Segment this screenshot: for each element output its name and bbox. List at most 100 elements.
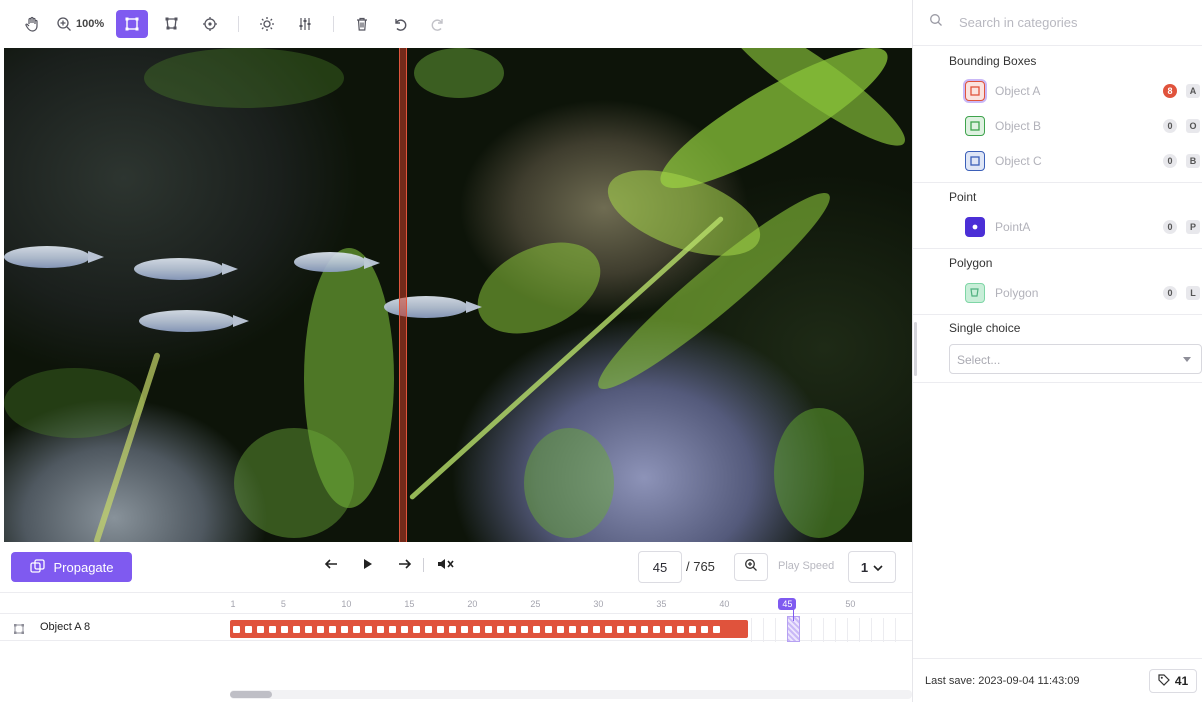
frame-cell[interactable] [870,618,883,642]
arrow-left-icon[interactable] [323,556,339,577]
keyframe-marker[interactable] [341,625,348,633]
undo-tool[interactable] [386,10,414,38]
category-object-b[interactable]: Object B 0 O [965,112,1202,140]
search-input[interactable] [959,15,1179,30]
keyframe-marker[interactable] [689,625,696,633]
keyframe-marker[interactable] [665,625,672,633]
keyframe-marker[interactable] [449,625,456,633]
frame-cursor-line[interactable] [399,48,407,542]
frame-cell[interactable] [762,618,775,642]
keyframe-marker[interactable] [281,625,288,633]
play-speed-label: Play Speed [778,560,835,572]
fish [4,246,104,268]
category-object-c[interactable]: Object C 0 B [965,147,1202,175]
hotkey-badge: O [1186,119,1200,133]
track-label: Object A 8 [40,621,91,633]
keyframe-marker[interactable] [461,625,468,633]
keyframe-marker[interactable] [581,625,588,633]
polygon-tool[interactable] [158,10,186,38]
keyframe-marker[interactable] [425,625,432,633]
keyframe-marker[interactable] [485,625,492,633]
keyframe-marker[interactable] [389,625,396,633]
keyframe-marker[interactable] [317,625,324,633]
mute-icon[interactable] [436,556,456,577]
hotkey-badge: A [1186,84,1200,98]
section-title-polygon: Polygon [949,256,993,270]
frame-cell[interactable] [858,618,871,642]
category-point-a[interactable]: PointA 0 P [965,213,1202,241]
keyframe-marker[interactable] [593,625,600,633]
keyframe-marker[interactable] [473,625,480,633]
current-frame-input[interactable]: 45 [638,551,682,583]
hotkey-badge: L [1186,286,1200,300]
play-speed-select[interactable]: 1 [848,551,896,583]
keyframe-marker[interactable] [533,625,540,633]
adjustments-tool[interactable] [291,10,319,38]
keyframe-marker[interactable] [605,625,612,633]
keyframe-marker[interactable] [293,625,300,633]
frame-cell[interactable] [750,618,763,642]
image-canvas[interactable] [4,48,912,542]
frame-cell[interactable] [894,618,907,642]
frame-cell[interactable] [834,618,847,642]
keyframe-marker[interactable] [569,625,576,633]
play-icon[interactable] [361,556,375,577]
keyframe-marker[interactable] [365,625,372,633]
timeline-ruler[interactable]: 1 5 10 15 20 25 30 35 40 45 50 [230,597,912,613]
zoom-tool[interactable]: 100% [56,10,104,38]
category-label: Object B [995,119,1042,133]
frame-cell[interactable] [798,618,811,642]
timeline-tick: 40 [719,599,730,609]
frame-cell[interactable] [882,618,895,642]
frame-cell[interactable] [810,618,823,642]
timeline-track-row[interactable]: Object A 8 [0,613,912,642]
keyframe-marker[interactable] [509,625,516,633]
keyframe-marker[interactable] [257,625,264,633]
bounding-box-tool[interactable] [116,10,149,38]
keyframe-marker[interactable] [497,625,504,633]
category-polygon[interactable]: Polygon 0 L [965,279,1202,307]
annotation-count-button[interactable]: 41 [1149,669,1197,693]
propagate-button[interactable]: Propagate [11,552,132,582]
keyframe-marker[interactable] [377,625,384,633]
magnifier-plus-icon [56,16,72,32]
keyframe-bar[interactable] [230,620,748,638]
timeline-cursor[interactable] [793,609,794,621]
arrow-right-icon[interactable] [397,556,413,577]
delete-tool[interactable] [348,10,376,38]
single-choice-select[interactable]: Select... [949,344,1202,374]
keyframe-marker[interactable] [413,625,420,633]
frame-cell[interactable] [846,618,859,642]
category-object-a[interactable]: Object A 8 A [965,77,1202,105]
keyframe-marker[interactable] [329,625,336,633]
timeline-scrollbar[interactable] [230,690,912,699]
hand-icon[interactable] [18,10,46,38]
keyframe-marker[interactable] [401,625,408,633]
timeline-scrollbar-thumb[interactable] [230,691,272,698]
point-tool[interactable] [196,10,224,38]
keyframe-marker[interactable] [677,625,684,633]
timeline-tick: 1 [230,599,236,609]
keyframe-marker[interactable] [617,625,624,633]
keyframe-marker[interactable] [557,625,564,633]
redo-tool[interactable] [424,10,452,38]
frame-cell[interactable] [774,618,787,642]
frame-cell[interactable] [822,618,835,642]
keyframe-marker[interactable] [245,625,252,633]
keyframe-marker[interactable] [521,625,528,633]
keyframe-marker[interactable] [545,625,552,633]
category-label: Object A [995,84,1041,98]
keyframe-marker[interactable] [641,625,648,633]
keyframe-marker[interactable] [629,625,636,633]
brightness-tool[interactable] [253,10,281,38]
keyframe-marker[interactable] [437,625,444,633]
keyframe-marker[interactable] [353,625,360,633]
timeline-zoom-button[interactable] [734,553,768,581]
keyframe-marker[interactable] [233,625,240,633]
keyframe-marker[interactable] [653,625,660,633]
empty-frame-cells[interactable] [750,618,907,642]
keyframe-marker[interactable] [269,625,276,633]
keyframe-marker[interactable] [701,625,708,633]
keyframe-marker[interactable] [305,625,312,633]
keyframe-marker[interactable] [713,625,720,633]
